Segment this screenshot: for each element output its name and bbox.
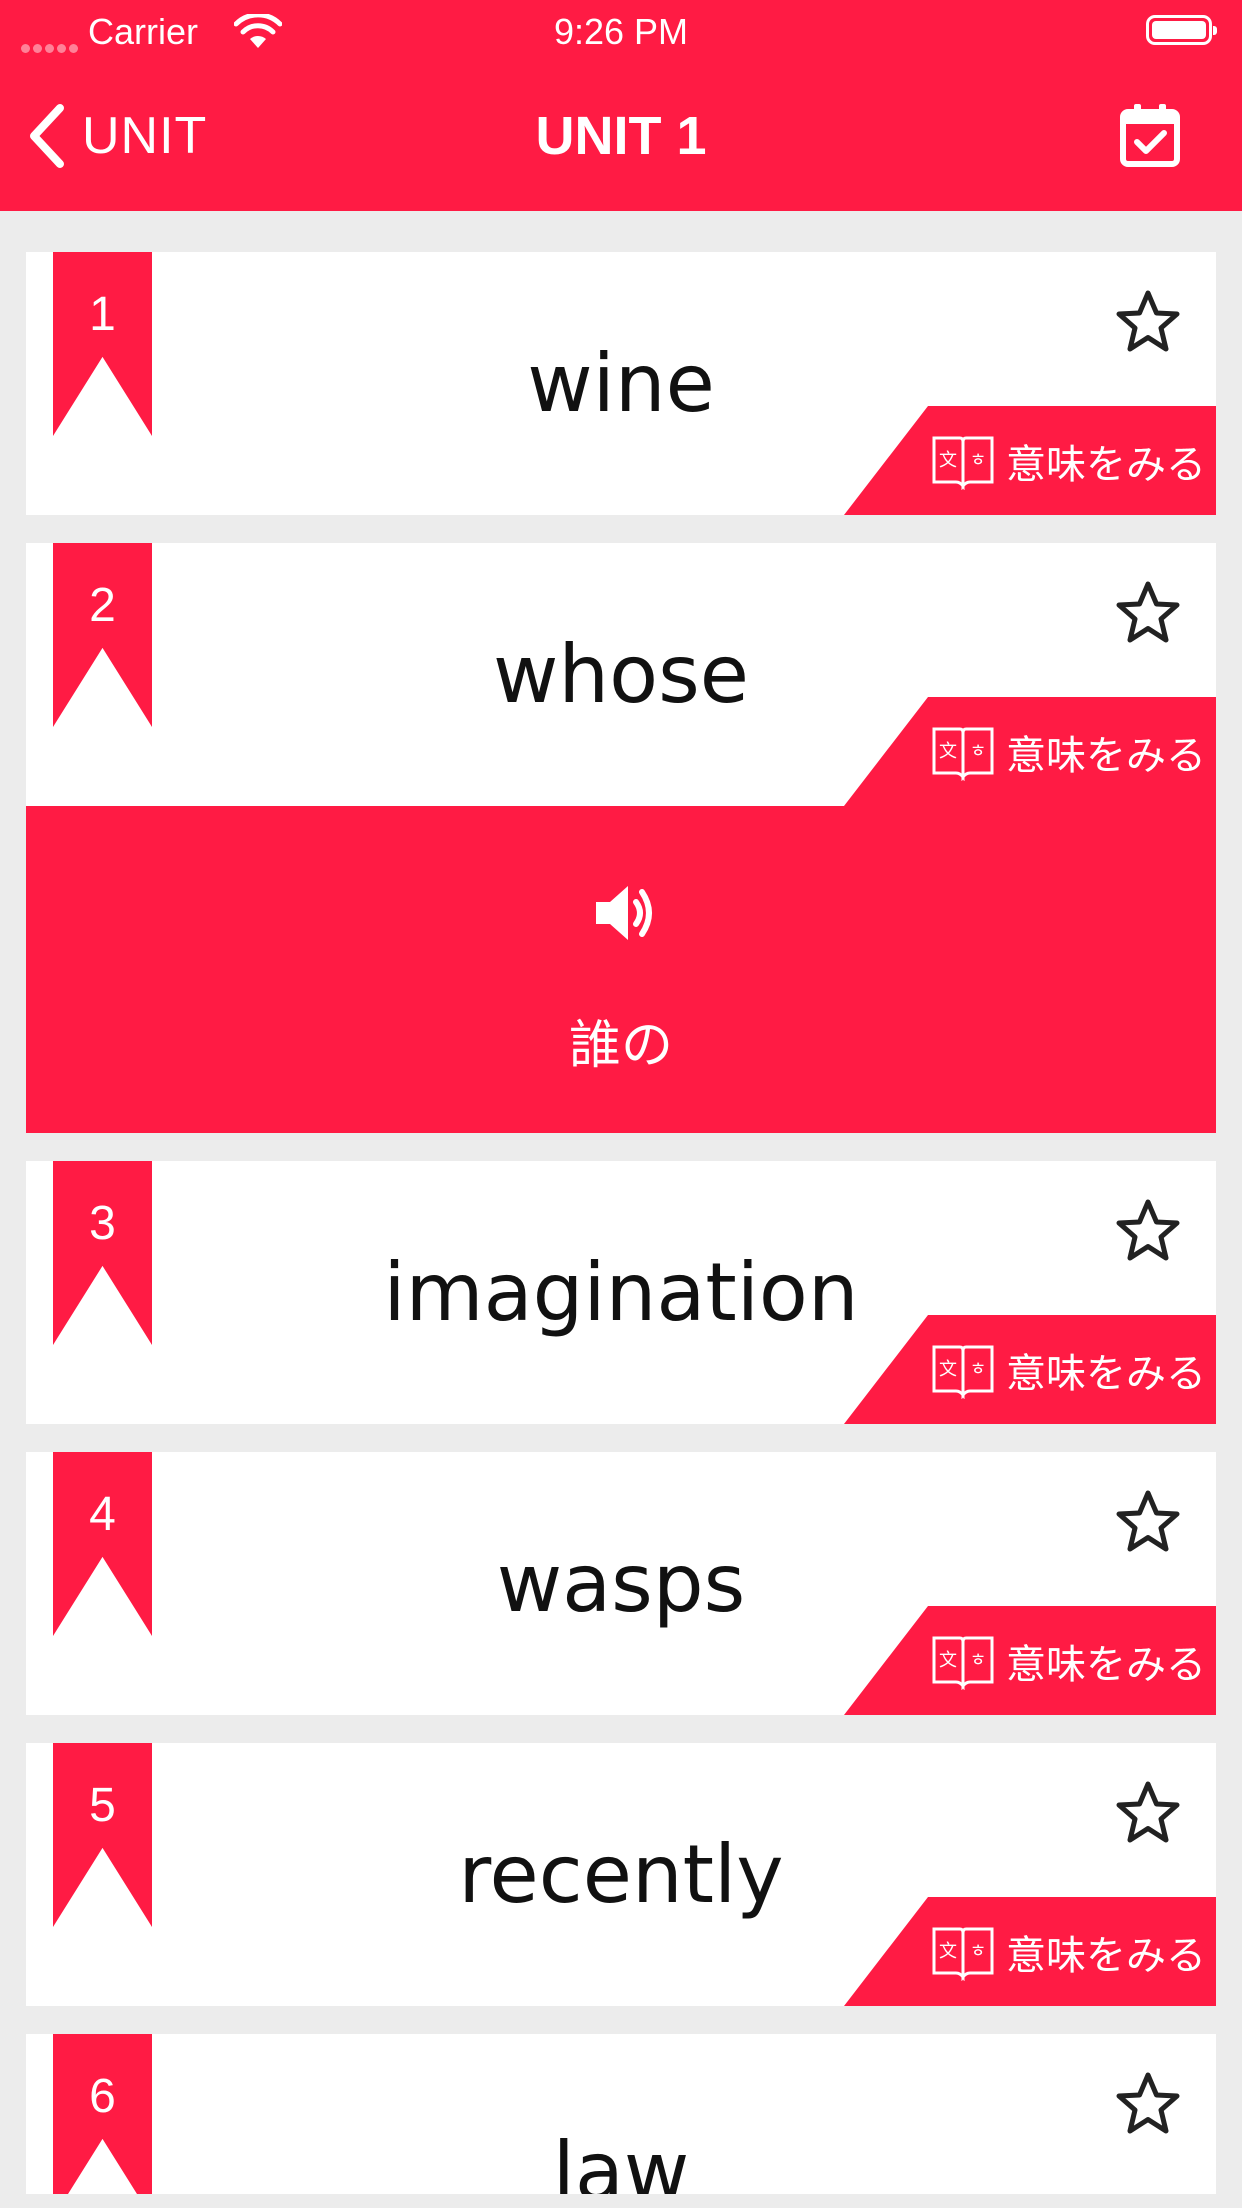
dictionary-book-icon: 文 ㅎ bbox=[932, 436, 994, 490]
word-card[interactable]: 4 wasps 文 ㅎ 意味をみる bbox=[26, 1452, 1216, 1715]
svg-text:ㅎ: ㅎ bbox=[970, 1650, 987, 1671]
battery-icon bbox=[1146, 15, 1217, 45]
svg-text:文: 文 bbox=[939, 450, 957, 471]
clock: 9:26 PM bbox=[553, 11, 689, 52]
svg-text:ㅎ: ㅎ bbox=[970, 450, 987, 471]
word-text: law bbox=[552, 2125, 690, 2194]
dictionary-book-icon: 文 ㅎ bbox=[932, 1636, 994, 1690]
svg-text:文: 文 bbox=[939, 1359, 957, 1380]
word-list: 1 wine 文 ㅎ 意味をみる 2 whose 文 ㅎ 意味をみる 誰の 3 … bbox=[26, 252, 1216, 2194]
page-title: UNIT 1 bbox=[535, 106, 707, 166]
show-meaning-label: 意味をみる bbox=[1006, 1932, 1206, 1979]
speaker-icon[interactable] bbox=[592, 880, 658, 946]
word-number: 6 bbox=[89, 2070, 116, 2123]
word-number: 5 bbox=[89, 1779, 116, 1832]
show-meaning-label: 意味をみる bbox=[1006, 1350, 1206, 1397]
svg-text:文: 文 bbox=[939, 1650, 957, 1671]
calendar-check-icon[interactable] bbox=[1116, 102, 1184, 170]
word-number: 2 bbox=[89, 579, 116, 632]
dictionary-book-icon: 文 ㅎ bbox=[932, 1345, 994, 1399]
show-meaning-label: 意味をみる bbox=[1006, 732, 1206, 779]
word-card[interactable]: 6 law bbox=[26, 2034, 1216, 2194]
dictionary-book-icon: 文 ㅎ bbox=[932, 727, 994, 781]
meaning-panel: 誰の bbox=[26, 806, 1216, 1133]
word-card[interactable]: 1 wine 文 ㅎ 意味をみる bbox=[26, 252, 1216, 515]
svg-text:文: 文 bbox=[939, 741, 957, 762]
word-number: 3 bbox=[89, 1197, 116, 1250]
status-bar: Carrier 9:26 PM bbox=[0, 0, 1242, 62]
word-card[interactable]: 5 recently 文 ㅎ 意味をみる bbox=[26, 1743, 1216, 2006]
word-number: 1 bbox=[89, 288, 116, 341]
svg-text:ㅎ: ㅎ bbox=[970, 1941, 987, 1962]
svg-text:ㅎ: ㅎ bbox=[970, 741, 987, 762]
svg-text:文: 文 bbox=[939, 1941, 957, 1962]
show-meaning-label: 意味をみる bbox=[1006, 441, 1206, 488]
word-number: 4 bbox=[89, 1488, 116, 1541]
show-meaning-label: 意味をみる bbox=[1006, 1641, 1206, 1688]
svg-text:ㅎ: ㅎ bbox=[970, 1359, 987, 1380]
translation-text: 誰の bbox=[568, 1016, 673, 1076]
dictionary-book-icon: 文 ㅎ bbox=[932, 1927, 994, 1981]
navigation-bar: UNIT UNIT 1 bbox=[0, 62, 1242, 211]
word-card[interactable]: 2 whose 文 ㅎ 意味をみる 誰の bbox=[26, 543, 1216, 1133]
word-card[interactable]: 3 imagination 文 ㅎ 意味をみる bbox=[26, 1161, 1216, 1424]
